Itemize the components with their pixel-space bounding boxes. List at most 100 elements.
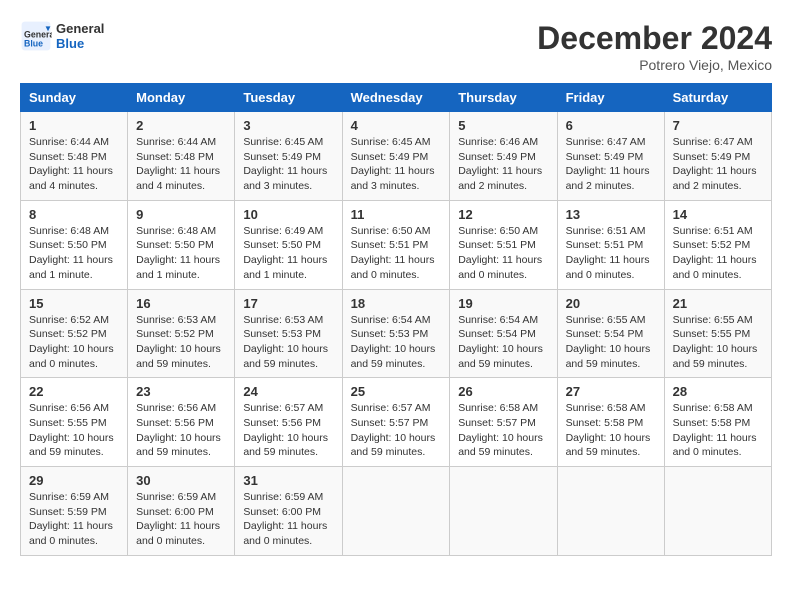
calendar-cell: 5 Sunrise: 6:46 AMSunset: 5:49 PMDaylight…: [450, 112, 557, 201]
calendar-cell: 1Sunrise: 6:44 AMSunset: 5:48 PMDaylight…: [21, 112, 128, 201]
title-block: December 2024 Potrero Viejo, Mexico: [537, 20, 772, 73]
day-number: 1: [29, 118, 119, 133]
location: Potrero Viejo, Mexico: [537, 57, 772, 73]
day-number: 2: [136, 118, 226, 133]
day-number: 18: [351, 296, 442, 311]
calendar-cell: 24Sunrise: 6:57 AMSunset: 5:56 PMDayligh…: [235, 378, 342, 467]
day-info: Sunrise: 6:58 AMSunset: 5:57 PMDaylight:…: [458, 401, 548, 460]
calendar-cell: 14 Sunrise: 6:51 AMSunset: 5:52 PMDayligh…: [664, 200, 771, 289]
day-info: Sunrise: 6:58 AMSunset: 5:58 PMDaylight:…: [566, 401, 656, 460]
day-number: 23: [136, 384, 226, 399]
day-number: 31: [243, 473, 333, 488]
day-number: 25: [351, 384, 442, 399]
calendar-cell: 25 Sunrise: 6:57 AMSunset: 5:57 PMDayligh…: [342, 378, 450, 467]
day-number: 11: [351, 207, 442, 222]
day-info: Sunrise: 6:55 AMSunset: 5:55 PMDaylight:…: [673, 313, 763, 372]
calendar-cell: 18 Sunrise: 6:54 AMSunset: 5:53 PMDayligh…: [342, 289, 450, 378]
day-info: Sunrise: 6:59 AMSunset: 5:59 PMDaylight:…: [29, 490, 119, 549]
page-header: General Blue General Blue December 2024 …: [20, 20, 772, 73]
day-info: Sunrise: 6:50 AMSunset: 5:51 PMDaylight:…: [351, 224, 442, 283]
calendar-cell: [342, 467, 450, 556]
day-number: 16: [136, 296, 226, 311]
logo: General Blue General Blue: [20, 20, 104, 52]
day-number: 15: [29, 296, 119, 311]
day-number: 22: [29, 384, 119, 399]
calendar-cell: 10 Sunrise: 6:49 AMSunset: 5:50 PMDayligh…: [235, 200, 342, 289]
day-info: Sunrise: 6:55 AMSunset: 5:54 PMDaylight:…: [566, 313, 656, 372]
calendar-cell: 21Sunrise: 6:55 AMSunset: 5:55 PMDayligh…: [664, 289, 771, 378]
calendar-cell: 6Sunrise: 6:47 AMSunset: 5:49 PMDaylight…: [557, 112, 664, 201]
day-number: 9: [136, 207, 226, 222]
day-number: 28: [673, 384, 763, 399]
day-info: Sunrise: 6:48 AMSunset: 5:50 PMDaylight:…: [29, 224, 119, 283]
calendar-cell: 30Sunrise: 6:59 AMSunset: 6:00 PMDayligh…: [128, 467, 235, 556]
calendar-table: SundayMondayTuesdayWednesdayThursdayFrid…: [20, 83, 772, 556]
day-info: Sunrise: 6:45 AMSunset: 5:49 PMDaylight:…: [351, 135, 442, 194]
calendar-cell: 16 Sunrise: 6:53 AMSunset: 5:52 PMDayligh…: [128, 289, 235, 378]
calendar-cell: [664, 467, 771, 556]
day-info: Sunrise: 6:58 AMSunset: 5:58 PMDaylight:…: [673, 401, 763, 460]
day-info: Sunrise: 6:56 AMSunset: 5:55 PMDaylight:…: [29, 401, 119, 460]
day-info: Sunrise: 6:57 AMSunset: 5:56 PMDaylight:…: [243, 401, 333, 460]
calendar-cell: 12Sunrise: 6:50 AMSunset: 5:51 PMDayligh…: [450, 200, 557, 289]
week-row-1: 1 Sunrise: 6:44 AMSunset: 5:48 PMDaylight…: [21, 112, 772, 201]
day-info: Sunrise: 6:47 AMSunset: 5:49 PMDaylight:…: [566, 135, 656, 194]
logo-general: General: [56, 21, 104, 36]
day-number: 8: [29, 207, 119, 222]
day-number: 14: [673, 207, 763, 222]
calendar-cell: 15 Sunrise: 6:52 AMSunset: 5:52 PMDayligh…: [21, 289, 128, 378]
calendar-cell: 13Sunrise: 6:51 AMSunset: 5:51 PMDayligh…: [557, 200, 664, 289]
weekday-header-row: SundayMondayTuesdayWednesdayThursdayFrid…: [21, 84, 772, 112]
calendar-cell: [450, 467, 557, 556]
day-number: 5: [458, 118, 548, 133]
weekday-header-monday: Monday: [128, 84, 235, 112]
calendar-cell: 19Sunrise: 6:54 AMSunset: 5:54 PMDayligh…: [450, 289, 557, 378]
weekday-header-tuesday: Tuesday: [235, 84, 342, 112]
calendar-cell: 31Sunrise: 6:59 AMSunset: 6:00 PMDayligh…: [235, 467, 342, 556]
day-number: 29: [29, 473, 119, 488]
calendar-cell: 28 Sunrise: 6:58 AMSunset: 5:58 PMDayligh…: [664, 378, 771, 467]
day-number: 26: [458, 384, 548, 399]
day-number: 4: [351, 118, 442, 133]
weekday-header-friday: Friday: [557, 84, 664, 112]
calendar-cell: [557, 467, 664, 556]
day-info: Sunrise: 6:54 AMSunset: 5:53 PMDaylight:…: [351, 313, 442, 372]
day-number: 30: [136, 473, 226, 488]
day-info: Sunrise: 6:49 AMSunset: 5:50 PMDaylight:…: [243, 224, 333, 283]
week-row-2: 8 Sunrise: 6:48 AMSunset: 5:50 PMDaylight…: [21, 200, 772, 289]
day-info: Sunrise: 6:52 AMSunset: 5:52 PMDaylight:…: [29, 313, 119, 372]
calendar-cell: 23 Sunrise: 6:56 AMSunset: 5:56 PMDayligh…: [128, 378, 235, 467]
day-number: 10: [243, 207, 333, 222]
day-number: 27: [566, 384, 656, 399]
calendar-cell: 8 Sunrise: 6:48 AMSunset: 5:50 PMDaylight…: [21, 200, 128, 289]
weekday-header-saturday: Saturday: [664, 84, 771, 112]
month-title: December 2024: [537, 20, 772, 57]
calendar-cell: 17 Sunrise: 6:53 AMSunset: 5:53 PMDayligh…: [235, 289, 342, 378]
calendar-cell: 11 Sunrise: 6:50 AMSunset: 5:51 PMDayligh…: [342, 200, 450, 289]
day-info: Sunrise: 6:44 AMSunset: 5:48 PMDaylight:…: [136, 135, 226, 194]
day-info: Sunrise: 6:48 AMSunset: 5:50 PMDaylight:…: [136, 224, 226, 283]
day-info: Sunrise: 6:56 AMSunset: 5:56 PMDaylight:…: [136, 401, 226, 460]
calendar-cell: 26 Sunrise: 6:58 AMSunset: 5:57 PMDayligh…: [450, 378, 557, 467]
calendar-cell: 7Sunrise: 6:47 AMSunset: 5:49 PMDaylight…: [664, 112, 771, 201]
day-info: Sunrise: 6:51 AMSunset: 5:51 PMDaylight:…: [566, 224, 656, 283]
calendar-cell: 4 Sunrise: 6:45 AMSunset: 5:49 PMDaylight…: [342, 112, 450, 201]
week-row-3: 15 Sunrise: 6:52 AMSunset: 5:52 PMDayligh…: [21, 289, 772, 378]
day-info: Sunrise: 6:46 AMSunset: 5:49 PMDaylight:…: [458, 135, 548, 194]
calendar-cell: 3Sunrise: 6:45 AMSunset: 5:49 PMDaylight…: [235, 112, 342, 201]
day-number: 19: [458, 296, 548, 311]
week-row-5: 29 Sunrise: 6:59 AMSunset: 5:59 PMDayligh…: [21, 467, 772, 556]
day-info: Sunrise: 6:57 AMSunset: 5:57 PMDaylight:…: [351, 401, 442, 460]
weekday-header-sunday: Sunday: [21, 84, 128, 112]
day-number: 12: [458, 207, 548, 222]
logo-icon: General Blue: [20, 20, 52, 52]
calendar-cell: 9 Sunrise: 6:48 AMSunset: 5:50 PMDaylight…: [128, 200, 235, 289]
day-number: 17: [243, 296, 333, 311]
day-info: Sunrise: 6:53 AMSunset: 5:52 PMDaylight:…: [136, 313, 226, 372]
calendar-cell: 20Sunrise: 6:55 AMSunset: 5:54 PMDayligh…: [557, 289, 664, 378]
weekday-header-wednesday: Wednesday: [342, 84, 450, 112]
day-info: Sunrise: 6:51 AMSunset: 5:52 PMDaylight:…: [673, 224, 763, 283]
day-info: Sunrise: 6:53 AMSunset: 5:53 PMDaylight:…: [243, 313, 333, 372]
weekday-header-thursday: Thursday: [450, 84, 557, 112]
calendar-cell: 27 Sunrise: 6:58 AMSunset: 5:58 PMDayligh…: [557, 378, 664, 467]
